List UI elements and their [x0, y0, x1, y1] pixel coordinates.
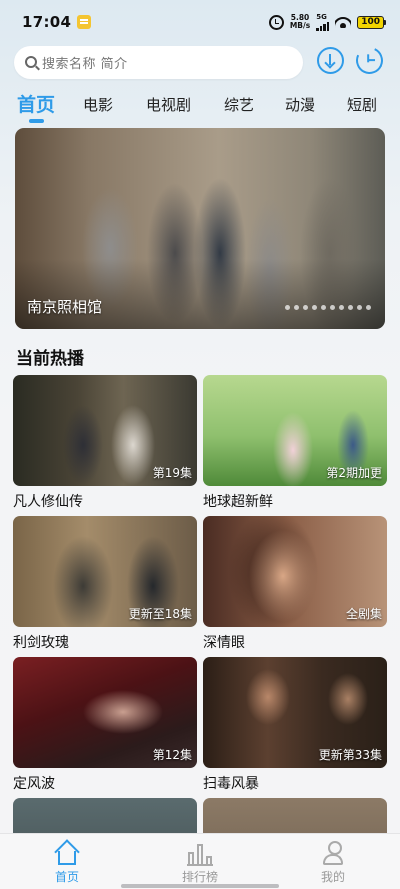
featured-banner[interactable]: 南京照相馆 [15, 128, 385, 329]
status-time: 17:04 [22, 13, 72, 31]
home-indicator-bar [121, 884, 279, 888]
nav-home[interactable]: 首页 [27, 840, 107, 885]
search-placeholder: 搜索名称 简介 [42, 56, 128, 72]
tab-movies[interactable]: 电影 [83, 94, 113, 115]
show-card[interactable]: 第19集 凡人修仙传 [13, 375, 197, 511]
show-title: 利剑玫瑰 [13, 635, 69, 651]
nav-home-label: 首页 [54, 870, 79, 884]
show-poster: 更新至18集 [13, 516, 197, 627]
episode-badge: 第19集 [152, 466, 192, 480]
tab-tv-series[interactable]: 电视剧 [146, 94, 191, 115]
carousel-dot [321, 305, 326, 310]
carousel-dot [357, 305, 362, 310]
ranking-icon [187, 840, 213, 866]
episode-badge: 更新第33集 [318, 748, 382, 762]
bottom-navigation: 首页 排行榜 我的 [0, 833, 400, 889]
show-poster: 第19集 [13, 375, 197, 486]
search-icon [25, 56, 37, 68]
status-bar: 17:04 5.80 MB/s 5G 100 [0, 0, 400, 44]
show-card[interactable]: 第2期加更 地球超新鲜 [203, 375, 387, 511]
show-card[interactable]: 全剧集 深情眼 [203, 516, 387, 652]
tab-variety[interactable]: 综艺 [224, 94, 254, 115]
tab-anime[interactable]: 动漫 [285, 94, 315, 115]
carousel-dot [339, 305, 344, 310]
carousel-dot [348, 305, 353, 310]
cellular-signal-icon: 5G [316, 13, 330, 31]
download-icon[interactable] [317, 47, 344, 74]
carousel-dot [285, 305, 290, 310]
search-input[interactable]: 搜索名称 简介 [14, 45, 303, 79]
carousel-dot [303, 305, 308, 310]
battery-icon: 100 [357, 15, 386, 29]
banner-title: 南京照相馆 [27, 298, 103, 316]
history-icon[interactable] [352, 43, 387, 78]
home-icon [54, 840, 80, 866]
network-speed: 5.80 MB/s [289, 13, 311, 30]
tab-short-drama[interactable]: 短剧 [347, 94, 377, 115]
section-title-now-playing: 当前热播 [16, 349, 84, 369]
show-title: 凡人修仙传 [13, 494, 83, 510]
category-tabs: 首页 电影 电视剧 综艺 动漫 短剧 [0, 90, 400, 124]
show-poster: 更新第33集 [203, 657, 387, 768]
show-poster: 全剧集 [203, 516, 387, 627]
nav-ranking-label: 排行榜 [181, 870, 218, 884]
show-title: 扫毒风暴 [203, 776, 259, 792]
show-title: 定风波 [13, 776, 55, 792]
carousel-dot [312, 305, 317, 310]
notification-icon [77, 15, 92, 29]
carousel-dot [330, 305, 335, 310]
episode-badge: 第12集 [152, 748, 192, 762]
active-tab-indicator [29, 119, 44, 123]
show-card[interactable]: 更新第33集 扫毒风暴 [203, 657, 387, 793]
episode-badge: 第2期加更 [326, 466, 382, 480]
carousel-indicator [285, 305, 371, 310]
show-card[interactable]: 第12集 定风波 [13, 657, 197, 793]
nav-profile[interactable]: 我的 [293, 840, 373, 885]
episode-badge: 全剧集 [345, 607, 382, 621]
alarm-icon [268, 14, 284, 30]
carousel-dot [294, 305, 299, 310]
episode-badge: 更新至18集 [128, 607, 192, 621]
show-title: 地球超新鲜 [203, 494, 273, 510]
tab-home[interactable]: 首页 [17, 90, 55, 117]
nav-ranking[interactable]: 排行榜 [160, 840, 240, 885]
show-poster: 第2期加更 [203, 375, 387, 486]
wifi-icon [335, 16, 352, 28]
show-title: 深情眼 [203, 635, 245, 651]
nav-profile-label: 我的 [320, 870, 345, 884]
show-card[interactable]: 更新至18集 利剑玫瑰 [13, 516, 197, 652]
show-poster: 第12集 [13, 657, 197, 768]
carousel-dot [366, 305, 371, 310]
profile-icon [320, 840, 346, 866]
